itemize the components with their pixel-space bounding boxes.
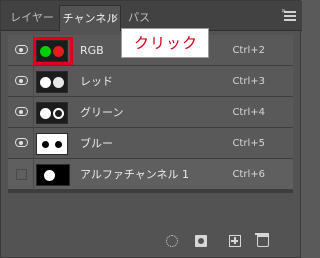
channel-thumbnail-red[interactable]	[36, 71, 68, 93]
channel-list: RGB Ctrl+2 レッド Ctrl+3 グリーン Ctrl+4 ブルー Ct…	[8, 35, 293, 193]
panel-tab-bar: レイヤー チャンネル パス ✕ »	[1, 1, 302, 31]
thumb-dot	[40, 77, 51, 88]
thumb-dot	[40, 108, 51, 119]
dotted-circle-icon[interactable]	[166, 235, 178, 247]
visibility-toggle[interactable]	[8, 159, 34, 190]
channel-name: ブルー	[80, 137, 113, 150]
thumb-dot	[44, 170, 55, 181]
click-annotation: クリック	[121, 28, 209, 58]
visibility-toggle[interactable]	[8, 97, 34, 128]
channel-shortcut: Ctrl+2	[232, 45, 265, 56]
channels-panel: レイヤー チャンネル パス ✕ » クリック RGB Ctrl+2	[0, 0, 302, 258]
panel-footer	[8, 229, 293, 251]
channel-name: レッド	[80, 75, 113, 88]
thumb-dot	[53, 139, 64, 150]
visibility-toggle[interactable]	[8, 35, 34, 66]
visibility-off-box	[16, 169, 27, 180]
thumb-dot	[40, 139, 51, 150]
close-icon[interactable]: ✕	[111, 13, 119, 23]
channel-row-red[interactable]: レッド Ctrl+3	[8, 66, 293, 97]
channel-mask-icon[interactable]	[195, 235, 207, 247]
channel-name: RGB	[80, 44, 104, 57]
channel-shortcut: Ctrl+5	[232, 138, 265, 149]
channel-name: グリーン	[80, 106, 124, 119]
channel-thumbnail-blue[interactable]	[36, 133, 68, 155]
trash-icon[interactable]	[255, 233, 269, 247]
hamburger-menu-icon[interactable]	[284, 11, 296, 21]
new-channel-icon[interactable]	[229, 235, 241, 247]
channel-thumbnail-green[interactable]	[36, 102, 68, 124]
visibility-toggle[interactable]	[8, 128, 34, 159]
eye-icon	[15, 107, 28, 116]
visibility-toggle[interactable]	[8, 66, 34, 97]
channel-shortcut: Ctrl+3	[232, 76, 265, 87]
highlight-box	[33, 37, 73, 65]
channel-row-blue[interactable]: ブルー Ctrl+5	[8, 128, 293, 159]
eye-icon	[15, 76, 28, 85]
channel-row-green[interactable]: グリーン Ctrl+4	[8, 97, 293, 128]
channel-shortcut: Ctrl+4	[232, 107, 265, 118]
thumb-dot	[53, 108, 64, 119]
tab-layers[interactable]: レイヤー	[5, 5, 59, 31]
channel-shortcut: Ctrl+6	[232, 169, 265, 180]
eye-icon	[15, 45, 28, 54]
channel-row-alpha[interactable]: アルファチャンネル 1 Ctrl+6	[8, 159, 293, 190]
eye-icon	[15, 138, 28, 147]
channel-thumbnail-alpha[interactable]	[36, 164, 70, 186]
thumb-dot	[53, 77, 64, 88]
channel-name: アルファチャンネル 1	[80, 168, 190, 181]
